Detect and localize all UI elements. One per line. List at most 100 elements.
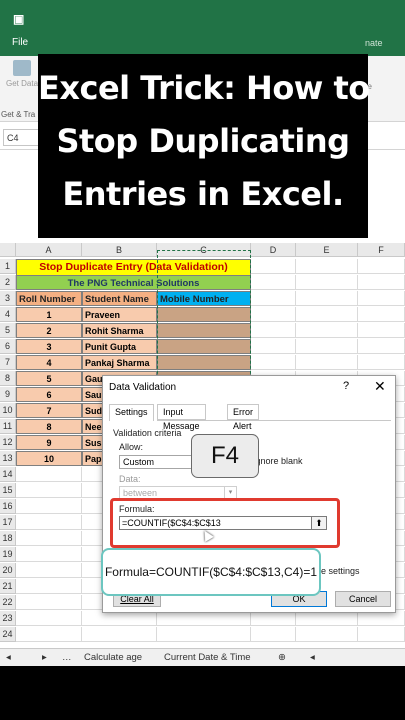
allow-select[interactable]: Custom: [119, 455, 199, 469]
column-label-roll[interactable]: Roll Number: [16, 291, 82, 306]
ribbon-right-tab[interactable]: nate: [365, 38, 383, 48]
roll-number-cell[interactable]: 2: [16, 323, 82, 338]
tabs-more-icon[interactable]: …: [62, 652, 72, 663]
scroll-right-icon[interactable]: ▸: [42, 652, 47, 663]
row-header[interactable]: 6: [0, 339, 16, 354]
row-header[interactable]: 22: [0, 595, 16, 610]
row-header[interactable]: 12: [0, 435, 16, 450]
grid-cell[interactable]: [251, 355, 296, 370]
row-header[interactable]: 21: [0, 579, 16, 594]
grid-cell[interactable]: [251, 339, 296, 354]
tabs-scroll-icon[interactable]: ◂: [310, 652, 315, 663]
student-name-cell[interactable]: Praveen: [82, 307, 157, 322]
row-header[interactable]: 1: [0, 259, 16, 274]
student-name-cell[interactable]: Punit Gupta: [82, 339, 157, 354]
row-header[interactable]: 11: [0, 419, 16, 434]
ignore-blank-label[interactable]: Ignore blank: [253, 456, 303, 466]
grid-cell[interactable]: [16, 627, 82, 642]
row-header[interactable]: 10: [0, 403, 16, 418]
sheet-tab[interactable]: Calculate age: [84, 652, 142, 663]
grid-cell[interactable]: [296, 275, 358, 290]
row-header[interactable]: 14: [0, 467, 16, 482]
roll-number-cell[interactable]: 10: [16, 451, 82, 466]
row-header[interactable]: 17: [0, 515, 16, 530]
column-header[interactable]: E: [296, 243, 358, 257]
student-name-cell[interactable]: Pankaj Sharma: [82, 355, 157, 370]
grid-cell[interactable]: [358, 339, 405, 354]
row-header[interactable]: 19: [0, 547, 16, 562]
grid-cell[interactable]: [296, 355, 358, 370]
grid-cell[interactable]: [358, 611, 405, 626]
grid-cell[interactable]: [82, 611, 157, 626]
column-header[interactable]: A: [16, 243, 82, 257]
column-header[interactable]: B: [82, 243, 157, 257]
tab-input-message[interactable]: Input Message: [157, 404, 206, 431]
row-header[interactable]: 3: [0, 291, 16, 306]
roll-number-cell[interactable]: 3: [16, 339, 82, 354]
help-icon[interactable]: ?: [343, 380, 349, 392]
grid-cell[interactable]: [296, 339, 358, 354]
grid-cell[interactable]: [358, 259, 405, 274]
grid-cell[interactable]: [296, 259, 358, 274]
grid-cell[interactable]: [16, 499, 82, 514]
roll-number-cell[interactable]: 9: [16, 435, 82, 450]
student-name-cell[interactable]: Rohit Sharma: [82, 323, 157, 338]
grid-cell[interactable]: [16, 467, 82, 482]
name-box[interactable]: C4: [3, 129, 43, 146]
grid-cell[interactable]: [358, 307, 405, 322]
grid-cell[interactable]: [16, 531, 82, 546]
grid-cell[interactable]: [16, 515, 82, 530]
grid-cell[interactable]: [296, 323, 358, 338]
roll-number-cell[interactable]: 6: [16, 387, 82, 402]
tab-settings[interactable]: Settings: [109, 404, 154, 421]
grid-cell[interactable]: [16, 563, 82, 578]
roll-number-cell[interactable]: 5: [16, 371, 82, 386]
grid-cell[interactable]: [16, 611, 82, 626]
roll-number-cell[interactable]: 1: [16, 307, 82, 322]
row-header[interactable]: 9: [0, 387, 16, 402]
grid-cell[interactable]: [251, 627, 296, 642]
row-header[interactable]: 5: [0, 323, 16, 338]
column-header[interactable]: F: [358, 243, 405, 257]
grid-cell[interactable]: [358, 291, 405, 306]
column-label-name[interactable]: Student Name: [82, 291, 157, 306]
row-header[interactable]: 15: [0, 483, 16, 498]
roll-number-cell[interactable]: 7: [16, 403, 82, 418]
grid-cell[interactable]: [296, 611, 358, 626]
sheet-tab[interactable]: Current Date & Time: [164, 652, 251, 663]
row-header[interactable]: 8: [0, 371, 16, 386]
grid-cell[interactable]: [251, 275, 296, 290]
row-header[interactable]: 16: [0, 499, 16, 514]
grid-cell[interactable]: [358, 627, 405, 642]
row-header[interactable]: 23: [0, 611, 16, 626]
grid-cell[interactable]: [358, 355, 405, 370]
scroll-left-icon[interactable]: ◂: [6, 652, 11, 663]
get-data-button[interactable]: Get Data: [6, 60, 38, 89]
cancel-button[interactable]: Cancel: [335, 591, 391, 607]
grid-cell[interactable]: [16, 483, 82, 498]
grid-cell[interactable]: [157, 611, 251, 626]
column-header[interactable]: D: [251, 243, 296, 257]
row-header[interactable]: 13: [0, 451, 16, 466]
grid-cell[interactable]: [358, 275, 405, 290]
roll-number-cell[interactable]: 8: [16, 419, 82, 434]
grid-cell[interactable]: [251, 323, 296, 338]
grid-cell[interactable]: [251, 611, 296, 626]
file-tab[interactable]: File: [12, 37, 28, 48]
grid-cell[interactable]: [358, 323, 405, 338]
tab-error-alert[interactable]: Error Alert: [227, 404, 259, 431]
select-all-corner[interactable]: [0, 243, 16, 257]
grid-cell[interactable]: [82, 627, 157, 642]
row-header[interactable]: 4: [0, 307, 16, 322]
roll-number-cell[interactable]: 4: [16, 355, 82, 370]
grid-cell[interactable]: [16, 595, 82, 610]
grid-cell[interactable]: [296, 307, 358, 322]
grid-cell[interactable]: [251, 291, 296, 306]
grid-cell[interactable]: [251, 307, 296, 322]
grid-cell[interactable]: [251, 259, 296, 274]
grid-cell[interactable]: [16, 579, 82, 594]
row-header[interactable]: 24: [0, 627, 16, 642]
grid-cell[interactable]: [157, 627, 251, 642]
add-sheet-icon[interactable]: ⊕: [278, 652, 286, 663]
row-header[interactable]: 18: [0, 531, 16, 546]
